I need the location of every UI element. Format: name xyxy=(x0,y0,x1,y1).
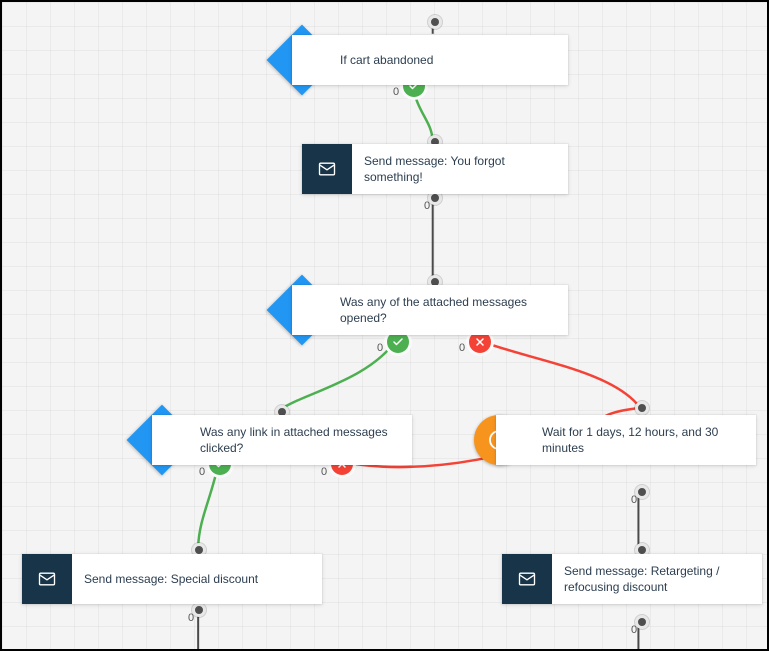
edge-count: 0 xyxy=(631,624,637,636)
edge-count: 0 xyxy=(631,494,637,506)
edge-count: 0 xyxy=(459,342,465,354)
workflow-canvas[interactable]: 0 0 0 0 0 0 0 0 0 If cart abandoned Send… xyxy=(0,0,769,651)
x-icon xyxy=(474,336,486,348)
edge-count: 0 xyxy=(321,466,327,478)
node-label: Was any of the attached messages opened? xyxy=(328,286,568,334)
mail-icon xyxy=(37,569,57,589)
edge-count: 0 xyxy=(377,342,383,354)
mail-icon-wrap xyxy=(502,554,552,604)
node-label: Send message: You forgot something! xyxy=(352,145,568,193)
node-condition-cart-abandoned[interactable]: If cart abandoned xyxy=(292,35,568,85)
node-condition-link-clicked[interactable]: Was any link in attached messages clicke… xyxy=(152,415,412,465)
node-action-retargeting-discount[interactable]: Send message: Retargeting / refocusing d… xyxy=(502,554,762,604)
check-icon xyxy=(392,336,404,348)
node-action-forgot-something[interactable]: Send message: You forgot something! xyxy=(302,144,568,194)
node-label: Send message: Special discount xyxy=(72,563,272,595)
edge-count: 0 xyxy=(424,200,430,212)
endpoint[interactable] xyxy=(635,485,649,499)
node-label: Was any link in attached messages clicke… xyxy=(188,416,412,464)
endpoint[interactable] xyxy=(192,603,206,617)
endpoint[interactable] xyxy=(635,401,649,415)
mail-icon xyxy=(517,569,537,589)
mail-icon-wrap xyxy=(22,554,72,604)
mail-icon-wrap xyxy=(302,144,352,194)
node-label: Send message: Retargeting / refocusing d… xyxy=(552,555,762,603)
node-label: If cart abandoned xyxy=(328,44,447,76)
node-wait-delay[interactable]: Wait for 1 days, 12 hours, and 30 minute… xyxy=(496,415,756,465)
mail-icon xyxy=(317,159,337,179)
endpoint[interactable] xyxy=(635,615,649,629)
node-label: Wait for 1 days, 12 hours, and 30 minute… xyxy=(530,416,756,464)
edge-count: 0 xyxy=(199,466,205,478)
start-endpoint[interactable] xyxy=(428,15,442,29)
edge-count: 0 xyxy=(393,86,399,98)
node-action-special-discount[interactable]: Send message: Special discount xyxy=(22,554,322,604)
node-condition-message-opened[interactable]: Was any of the attached messages opened? xyxy=(292,285,568,335)
edge-count: 0 xyxy=(188,612,194,624)
